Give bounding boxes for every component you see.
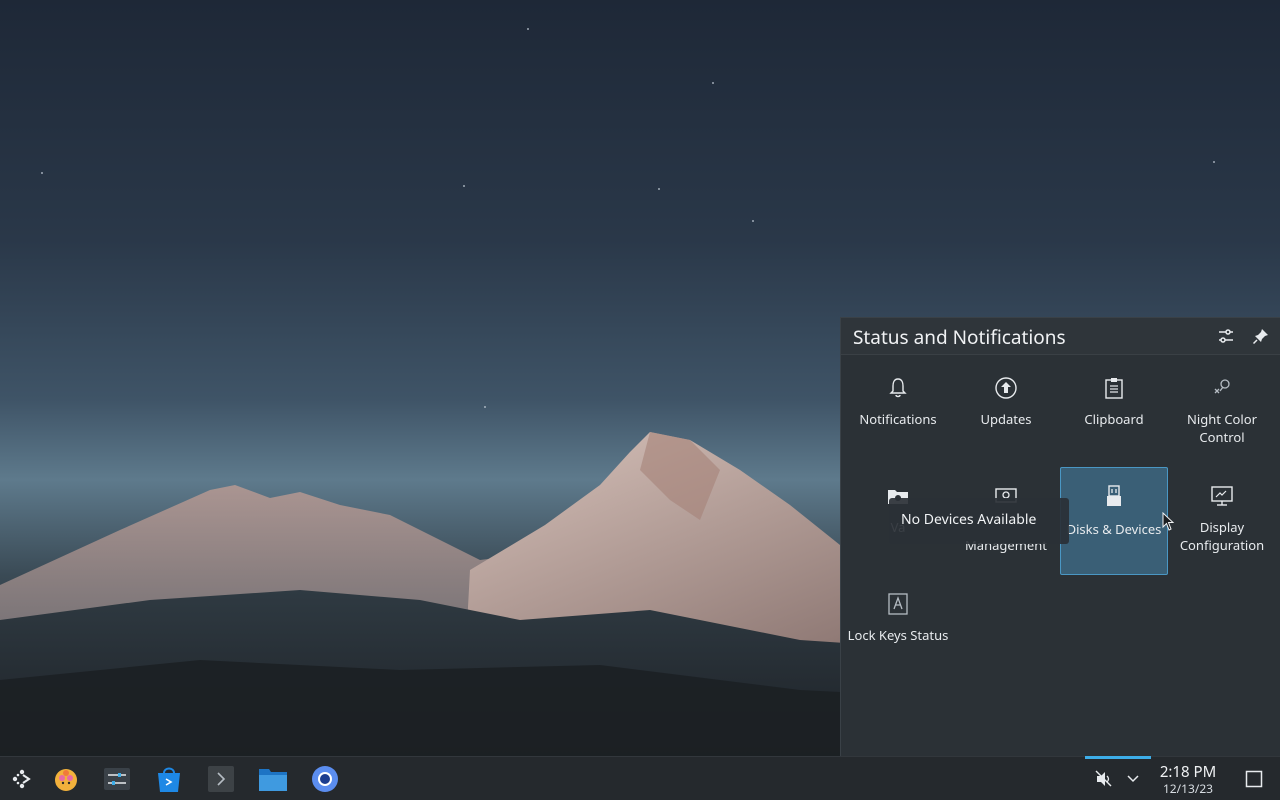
active-tray-indicator [1085, 756, 1151, 759]
bell-icon [889, 378, 907, 398]
application-launcher-button[interactable] [4, 761, 40, 797]
grid-item-label: Disks & Devices [1066, 520, 1162, 538]
show-desktop-icon [1245, 770, 1263, 788]
grid-item-lock-keys[interactable]: Lock Keys Status [844, 582, 952, 690]
update-icon [995, 377, 1017, 399]
grid-item-night-color[interactable]: Night Color Control [1168, 366, 1276, 474]
taskbar-app-terminal[interactable] [203, 761, 239, 797]
mouse-cursor-icon [1162, 512, 1175, 531]
terminal-icon [208, 766, 234, 792]
grid-item-notifications[interactable]: Notifications [844, 366, 952, 474]
pin-icon [1252, 329, 1268, 345]
grid-item-clipboard[interactable]: Clipboard [1060, 366, 1168, 474]
tray-expander-button[interactable] [1115, 761, 1151, 797]
taskbar-app-browser[interactable] [307, 761, 343, 797]
taskbar-app-discover[interactable] [151, 761, 187, 797]
night-color-icon [1214, 379, 1230, 394]
folder-icon [259, 769, 287, 791]
show-desktop-button[interactable] [1236, 761, 1272, 797]
popup-title: Status and Notifications [853, 324, 1066, 350]
taskbar-app-file-manager[interactable] [255, 761, 291, 797]
display-icon [1211, 486, 1233, 506]
grid-item-label: Updates [980, 410, 1032, 428]
discover-store-icon [158, 767, 180, 792]
clipboard-icon [1105, 378, 1123, 399]
clock-date: 12/13/23 [1162, 780, 1214, 797]
volume-muted-icon [1095, 770, 1112, 787]
usb-drive-icon [1107, 485, 1121, 506]
lock-keys-icon [888, 593, 908, 615]
sliders-icon [1219, 329, 1233, 343]
configure-button[interactable] [1214, 324, 1238, 348]
system-settings-icon [104, 768, 130, 790]
chevron-down-icon [1127, 775, 1139, 783]
tooltip-text: No Devices Available [901, 510, 1037, 529]
taskbar: 2:18 PM 12/13/23 [0, 756, 1280, 800]
launcher-icon [12, 769, 31, 789]
grid-item-label: Display Configuration [1179, 518, 1265, 554]
taskbar-app-mascot[interactable] [48, 761, 84, 797]
grid-item-label: Clipboard [1084, 410, 1144, 428]
grid-item-display-configuration[interactable]: Display Configuration [1168, 474, 1276, 582]
pin-button[interactable] [1249, 324, 1273, 348]
grid-item-label: Night Color Control [1186, 410, 1257, 446]
mascot-app-icon [55, 769, 77, 791]
grid-item-label: Notifications [859, 410, 937, 428]
tooltip: No Devices Available [889, 498, 1069, 544]
grid-item-updates[interactable]: Updates [952, 366, 1060, 474]
clock-time: 2:18 PM [1159, 762, 1217, 782]
popup-header: Status and Notifications [841, 318, 1280, 355]
chromium-icon [312, 766, 338, 792]
grid-item-disks-devices[interactable]: Disks & Devices [1060, 467, 1168, 575]
grid-item-label: Lock Keys Status [847, 626, 949, 644]
taskbar-app-settings[interactable] [99, 761, 135, 797]
